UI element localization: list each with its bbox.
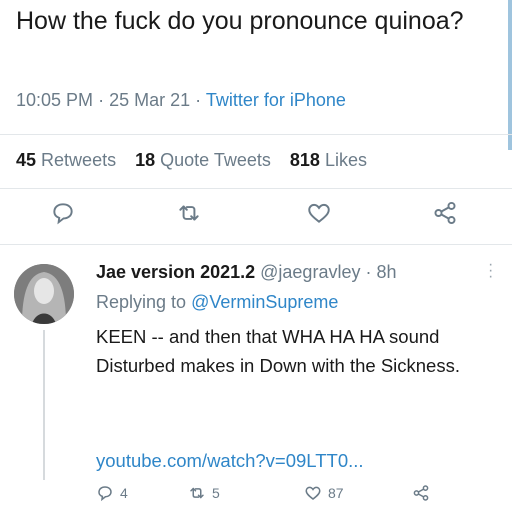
reply-retweet-count: 5 — [212, 485, 220, 501]
thread-line — [43, 330, 45, 480]
share-icon[interactable] — [432, 200, 458, 226]
reply-like-button[interactable]: 87 — [304, 484, 344, 502]
reply-icon[interactable] — [50, 200, 76, 226]
divider — [0, 134, 512, 135]
retweet-icon — [190, 487, 204, 499]
reply-text: KEEN -- and then that WHA HA HA sound Di… — [96, 326, 460, 376]
reply-like-count: 87 — [328, 485, 344, 501]
reply-share-button[interactable] — [412, 484, 430, 502]
reply-author-name[interactable]: Jae version 2021.2 — [96, 262, 255, 282]
replying-prefix: Replying to — [96, 292, 187, 312]
tweet-actions — [0, 200, 512, 234]
meta-separator: · — [365, 262, 372, 282]
scroll-edge — [508, 0, 512, 150]
reply-icon — [98, 486, 112, 502]
share-icon — [413, 485, 429, 501]
reply-header: Jae version 2021.2 @jaegravley · 8h — [96, 262, 397, 283]
retweets-stat[interactable]: 45 Retweets — [16, 150, 116, 170]
replying-mention-link[interactable]: @VerminSupreme — [191, 292, 338, 312]
reply-author-handle[interactable]: @jaegravley — [260, 262, 360, 282]
reply-reply-count: 4 — [120, 485, 128, 501]
reply-retweet-button[interactable]: 5 — [188, 484, 220, 502]
tweet-text: How the fuck do you pronounce quinoa? — [16, 7, 464, 35]
tweet-date: 25 Mar 21 — [109, 90, 191, 110]
reply-age: 8h — [376, 262, 397, 282]
tweet-time: 10:05 PM — [16, 90, 94, 110]
meta-separator: · — [195, 90, 202, 110]
avatar[interactable] — [14, 264, 74, 324]
reply-reply-button[interactable]: 4 — [96, 484, 128, 502]
tweet-stats: 45 Retweets 18 Quote Tweets 818 Likes — [16, 150, 367, 171]
likes-stat[interactable]: 818 Likes — [290, 150, 367, 170]
reply-link[interactable]: youtube.com/watch?v=09LTT0... — [96, 450, 364, 472]
more-options-icon[interactable]: · · · — [488, 257, 493, 285]
quote-tweets-stat[interactable]: 18 Quote Tweets — [135, 150, 271, 170]
reply-actions: 4 5 87 — [96, 484, 496, 506]
meta-separator: · — [98, 90, 105, 110]
replying-to: Replying to @VerminSupreme — [96, 292, 338, 313]
tweet-meta: 10:05 PM · 25 Mar 21 · Twitter for iPhon… — [16, 90, 346, 111]
divider — [0, 244, 512, 245]
divider — [0, 188, 512, 189]
like-icon — [305, 486, 321, 500]
tweet-source-link[interactable]: Twitter for iPhone — [206, 90, 346, 110]
retweet-icon[interactable] — [176, 200, 202, 226]
like-icon[interactable] — [306, 200, 332, 226]
